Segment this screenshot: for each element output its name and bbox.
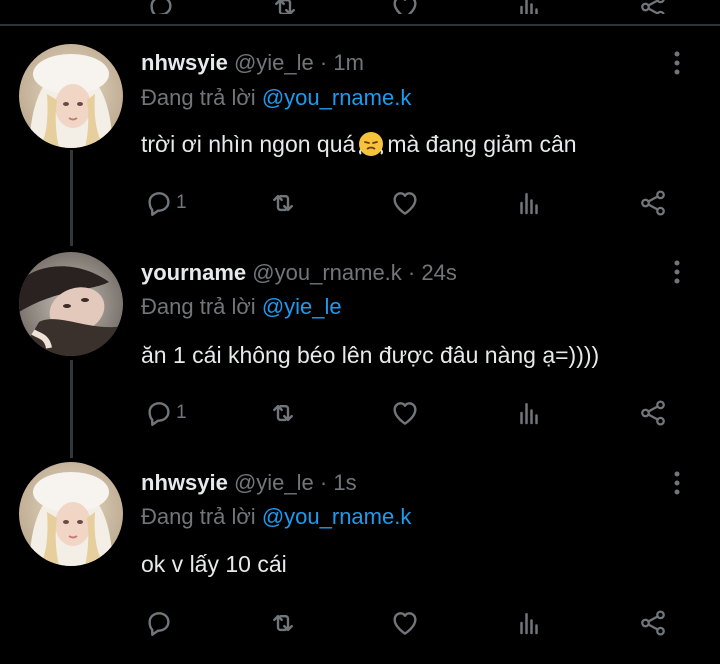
replying-to-label: Đang trả lời xyxy=(141,504,256,529)
replying-to-label: Đang trả lời xyxy=(141,294,256,319)
replying-to-link[interactable]: @yie_le xyxy=(262,294,342,319)
avatar[interactable] xyxy=(19,252,123,356)
share-icon[interactable] xyxy=(638,398,670,428)
tweet-actions: 1 xyxy=(0,398,720,428)
display-name[interactable]: nhwsyie xyxy=(141,470,228,495)
separator: · xyxy=(407,260,416,285)
replying-to-link[interactable]: @you_rname.k xyxy=(262,504,412,529)
avatar[interactable] xyxy=(19,462,123,566)
retweet-icon[interactable] xyxy=(268,398,300,428)
display-name[interactable]: yourname xyxy=(141,260,246,285)
share-icon[interactable] xyxy=(638,608,670,638)
reply-icon[interactable] xyxy=(144,608,176,638)
views-icon[interactable] xyxy=(514,608,546,638)
user-handle[interactable]: @yie_le xyxy=(234,470,314,495)
replying-to: Đang trả lời @yie_le xyxy=(141,294,342,320)
tweet-actions xyxy=(0,608,720,638)
user-handle[interactable]: @you_rname.k xyxy=(252,260,402,285)
heart-icon[interactable] xyxy=(390,608,422,638)
tweet-text: ăn 1 cái không béo lên được đâu nàng ạ=)… xyxy=(141,342,600,368)
more-vertical-icon[interactable] xyxy=(670,470,684,496)
retweet-icon[interactable] xyxy=(268,608,300,638)
separator: · xyxy=(319,470,328,495)
tweet[interactable]: nhwsyie @yie_le · 1s Đang trả lời @you_r… xyxy=(0,0,720,200)
replying-to: Đang trả lời @you_rname.k xyxy=(141,504,411,530)
timestamp[interactable]: 1s xyxy=(333,470,356,495)
tweet-header: nhwsyie @yie_le · 1s xyxy=(141,470,357,496)
reply-icon[interactable] xyxy=(144,398,176,428)
heart-icon[interactable] xyxy=(390,398,422,428)
reply-count: 1 xyxy=(176,402,187,423)
tweet-text: ok v lấy 10 cái xyxy=(141,551,287,577)
timestamp[interactable]: 24s xyxy=(421,260,456,285)
views-icon[interactable] xyxy=(514,398,546,428)
tweet-header: yourname @you_rname.k · 24s xyxy=(141,260,457,286)
more-vertical-icon[interactable] xyxy=(670,259,684,285)
